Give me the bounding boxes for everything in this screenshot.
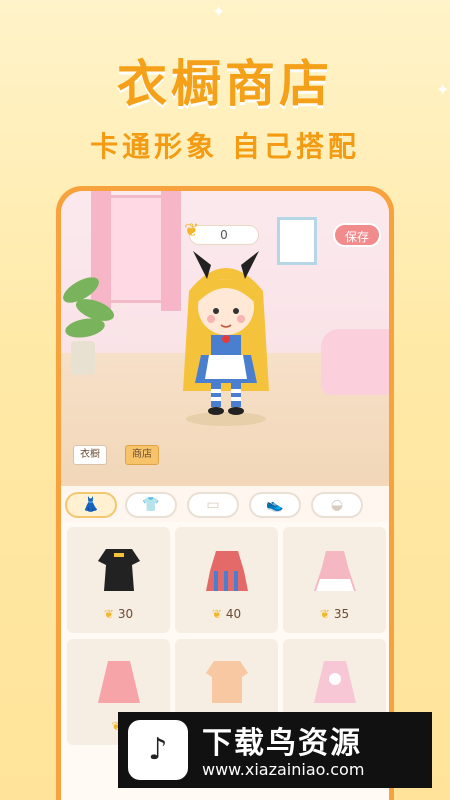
item-price: ❦ 30 bbox=[103, 607, 134, 621]
garment-icon bbox=[98, 661, 140, 703]
item-price: ❦ 40 bbox=[211, 607, 242, 621]
category-shoes-tab[interactable]: 👟 bbox=[249, 492, 301, 518]
dress-icon: 👗 bbox=[82, 497, 100, 513]
page-subtitle: 卡通形象 自己搭配 bbox=[90, 130, 360, 163]
shop-item-card[interactable]: ❦ 30 bbox=[67, 527, 170, 633]
watermark-banner: ♪ 下载鸟资源 www.xiazainiao.com bbox=[118, 712, 432, 788]
plant-leaf bbox=[63, 315, 107, 341]
tab-shop[interactable]: 商店 bbox=[125, 445, 159, 465]
shop-item-card[interactable]: ❦ 40 bbox=[175, 527, 278, 633]
shop-item-card[interactable]: ❦ 35 bbox=[283, 527, 386, 633]
category-bar: 👗 👕 ▭ 👟 ◒ bbox=[61, 486, 389, 522]
sparkle-icon: ✦ bbox=[436, 80, 450, 99]
garment-icon bbox=[314, 551, 356, 591]
sparkle-icon: ✦ bbox=[212, 2, 226, 21]
category-hair-tab[interactable]: ◒ bbox=[311, 492, 363, 518]
wheat-coin-icon: ❦ bbox=[319, 607, 330, 621]
curtain bbox=[91, 191, 111, 311]
garment-icon bbox=[314, 661, 356, 703]
item-price: ❦ 35 bbox=[319, 607, 350, 621]
room-scene: ❦ 0 保存 衣橱 商店 bbox=[61, 191, 389, 486]
coin-value: 0 bbox=[220, 228, 228, 242]
plant-pot bbox=[71, 341, 95, 375]
site-url: www.xiazainiao.com bbox=[202, 760, 365, 779]
category-skirt-tab[interactable]: ▭ bbox=[187, 492, 239, 518]
tab-wardrobe[interactable]: 衣橱 bbox=[73, 445, 107, 465]
bird-logo-icon: ♪ bbox=[128, 720, 188, 780]
garment-icon bbox=[206, 551, 248, 591]
site-name: 下载鸟资源 bbox=[202, 726, 362, 761]
shoes-icon: 👟 bbox=[266, 497, 284, 513]
garment-icon bbox=[206, 661, 248, 703]
sofa bbox=[321, 329, 389, 395]
category-dress-tab[interactable]: 👗 bbox=[65, 492, 117, 518]
wall-picture bbox=[277, 217, 317, 265]
category-shirt-tab[interactable]: 👕 bbox=[125, 492, 177, 518]
garment-icon bbox=[98, 549, 140, 591]
doll-character bbox=[183, 251, 269, 426]
page-title: 衣橱商店 bbox=[117, 55, 333, 113]
coin-balance: ❦ 0 bbox=[184, 222, 259, 245]
phone-mockup: ❦ 0 保存 衣橱 商店 👗 👕 ▭ 👟 ◒ ❦ 30 ❦ 40 ❦ 35 ❦ bbox=[56, 186, 394, 800]
wheat-coin-icon: ❦ bbox=[184, 220, 200, 241]
app-screen: ❦ 0 保存 衣橱 商店 👗 👕 ▭ 👟 ◒ ❦ 30 ❦ 40 ❦ 35 ❦ bbox=[61, 191, 389, 800]
wheat-coin-icon: ❦ bbox=[103, 607, 114, 621]
shirt-icon: 👕 bbox=[142, 497, 160, 513]
wheat-coin-icon: ❦ bbox=[211, 607, 222, 621]
hair-icon: ◒ bbox=[330, 497, 344, 513]
skirt-icon: ▭ bbox=[206, 497, 220, 513]
save-button[interactable]: 保存 bbox=[333, 223, 381, 247]
